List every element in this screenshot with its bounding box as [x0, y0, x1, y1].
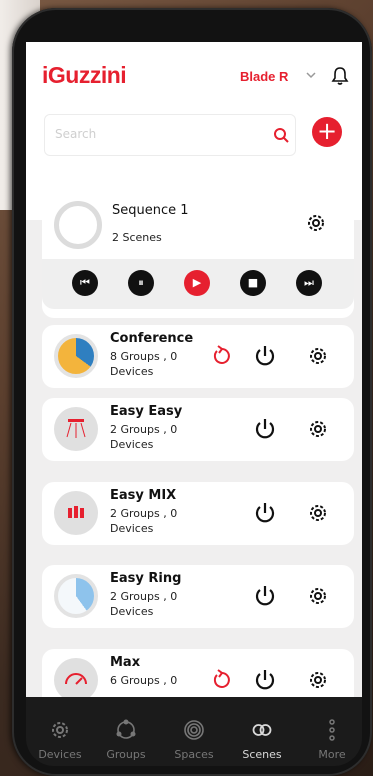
bottom-nav: Devices Groups Spaces Scenes More: [26, 697, 362, 766]
gear-icon[interactable]: [306, 501, 330, 525]
nav-item-spaces[interactable]: Spaces: [164, 697, 224, 761]
sequence-ring-icon: [54, 201, 102, 249]
power-icon[interactable]: [254, 417, 276, 441]
scene-name: Easy Ring: [110, 571, 182, 586]
reset-icon[interactable]: [212, 345, 232, 367]
power-icon[interactable]: [254, 344, 276, 368]
scene-groups: 6 Groups , 0: [110, 674, 178, 687]
gear-icon[interactable]: [304, 211, 328, 235]
nav-item-devices[interactable]: Devices: [30, 697, 90, 761]
power-icon[interactable]: [254, 501, 276, 525]
gear-icon: [52, 722, 68, 738]
scene-devices: Devices: [110, 438, 154, 451]
pause-icon[interactable]: ⏸: [128, 270, 154, 296]
chevron-down-icon[interactable]: [306, 71, 316, 79]
sequence-player: ⏮ ⏸ ▶ ■ ⏭: [42, 259, 354, 309]
downlight-icon: [54, 407, 98, 451]
nav-item-scenes[interactable]: Scenes: [232, 697, 292, 761]
pie-icon: [54, 334, 98, 378]
ring-icon: [54, 574, 98, 618]
app-screen: iGuzzini Blade R Search + Sequence 1 2 S…: [26, 42, 362, 697]
scene-devices: Devices: [110, 605, 154, 618]
sequence-title: Sequence 1: [112, 203, 189, 218]
sequence-card[interactable]: Sequence 1 2 Scenes ⏮ ⏸ ▶ ■ ⏭: [42, 191, 354, 318]
scenes-icon: [252, 724, 272, 736]
scene-card[interactable]: Max 6 Groups , 0: [42, 649, 354, 697]
scene-card[interactable]: Conference 8 Groups , 0 Devices: [42, 325, 354, 388]
max-icon: [54, 658, 98, 697]
reset-icon[interactable]: [212, 669, 232, 691]
scene-card[interactable]: Easy MIX 2 Groups , 0 Devices: [42, 482, 354, 545]
scene-groups: 8 Groups , 0: [110, 350, 178, 363]
previous-icon[interactable]: ⏮: [72, 270, 98, 296]
spaces-icon: [184, 720, 204, 740]
search-placeholder: Search: [55, 127, 97, 141]
nav-label: Scenes: [242, 748, 282, 761]
scene-groups: 2 Groups , 0: [110, 507, 178, 520]
user-name[interactable]: Blade R: [240, 69, 288, 84]
scene-devices: Devices: [110, 365, 154, 378]
gear-icon[interactable]: [306, 584, 330, 608]
search-icon[interactable]: [273, 127, 289, 143]
next-icon[interactable]: ⏭: [296, 270, 322, 296]
nav-label: Spaces: [174, 748, 214, 761]
groups-icon: [116, 719, 136, 739]
scene-name: Max: [110, 655, 141, 670]
gear-icon[interactable]: [306, 668, 330, 692]
scene-name: Conference: [110, 331, 194, 346]
nav-item-groups[interactable]: Groups: [96, 697, 156, 761]
scene-devices: Devices: [110, 522, 154, 535]
mix-icon: [54, 491, 98, 535]
power-icon[interactable]: [254, 668, 276, 692]
scene-card[interactable]: Easy Ring 2 Groups , 0 Devices: [42, 565, 354, 628]
more-icon: [329, 719, 335, 741]
scene-name: Easy Easy: [110, 404, 183, 419]
sequence-subtitle: 2 Scenes: [112, 231, 162, 244]
search-input[interactable]: Search: [44, 114, 296, 156]
scene-card[interactable]: Easy Easy 2 Groups , 0 Devices: [42, 398, 354, 461]
scene-groups: 2 Groups , 0: [110, 590, 178, 603]
nav-label: Devices: [38, 748, 82, 761]
scene-groups: 2 Groups , 0: [110, 423, 178, 436]
scene-name: Easy MIX: [110, 488, 177, 503]
nav-label: Groups: [106, 748, 146, 761]
add-button[interactable]: +: [312, 117, 342, 147]
stop-icon[interactable]: ■: [240, 270, 266, 296]
brand-logo: iGuzzini: [42, 62, 127, 88]
gear-icon[interactable]: [306, 417, 330, 441]
play-icon[interactable]: ▶: [184, 270, 210, 296]
nav-label: More: [318, 748, 346, 761]
nav-item-more[interactable]: More: [302, 697, 362, 761]
gear-icon[interactable]: [306, 344, 330, 368]
bell-icon[interactable]: [331, 66, 349, 86]
power-icon[interactable]: [254, 584, 276, 608]
